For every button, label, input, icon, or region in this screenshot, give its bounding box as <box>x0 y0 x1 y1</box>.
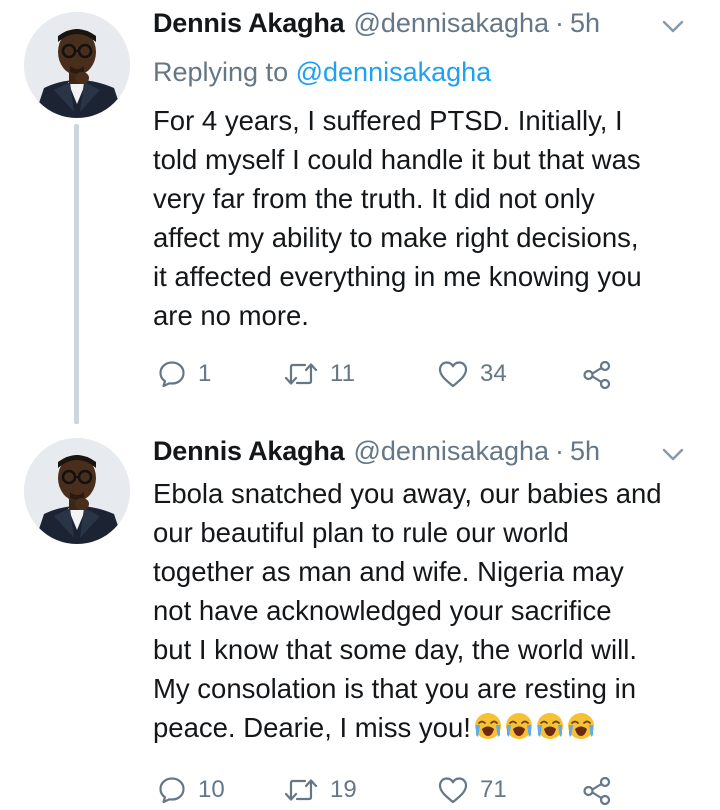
loudly-crying-face-emoji <box>567 713 594 739</box>
tweet-content: Dennis Akagha @dennisakagha · 5h Replyin… <box>153 4 696 335</box>
author-name[interactable]: Dennis Akagha <box>153 4 345 42</box>
reply-count: 1 <box>198 360 212 387</box>
share-nodes-icon <box>583 360 611 389</box>
tweet-text-line: together as man and wife. Nigeria may <box>153 556 624 587</box>
timestamp[interactable]: 5h <box>570 4 600 42</box>
reply-count: 10 <box>198 776 225 803</box>
retweet-count: 19 <box>330 776 357 803</box>
share-button[interactable] <box>581 354 613 394</box>
tweet-text-line: affect my ability to make right decision… <box>153 222 639 253</box>
reply-button[interactable]: 10 <box>157 770 225 810</box>
tweet-actions: 1 11 34 <box>153 354 673 394</box>
retweet-arrows-icon <box>284 779 318 801</box>
tweet-text-fragment: peace. Dearie, I miss you! <box>153 712 471 743</box>
author-name[interactable]: Dennis Akagha <box>153 432 345 470</box>
tweet-header: Dennis Akagha @dennisakagha · 5h <box>153 4 696 42</box>
tweet-text-line: very far from the truth. It did not only <box>153 183 595 214</box>
avatar[interactable] <box>24 12 130 118</box>
retweet-button[interactable]: 19 <box>283 770 357 810</box>
like-button[interactable]: 71 <box>437 770 507 810</box>
emoji-group <box>473 711 597 741</box>
heart-outline-icon <box>438 777 468 804</box>
tweet-text-line: My consolation is that you are resting i… <box>153 673 637 704</box>
tweet[interactable]: Dennis Akagha @dennisakagha · 5h Replyin… <box>0 0 720 424</box>
like-button[interactable]: 34 <box>437 354 507 394</box>
speech-bubble-icon <box>159 361 185 388</box>
timestamp[interactable]: 5h <box>570 432 600 470</box>
tweet-text-line: Ebola snatched you away, our babies and <box>153 478 662 509</box>
chevron-down-icon[interactable] <box>660 16 686 36</box>
tweet-text-line: it affected everything in me knowing you <box>153 261 642 292</box>
heart-outline-icon <box>438 361 468 388</box>
speech-bubble-icon <box>159 777 185 804</box>
tweet-text-line-last: peace. Dearie, I miss you! <box>153 708 693 747</box>
tweet-text-line: but I know that some day, the world will… <box>153 634 638 665</box>
retweet-count: 11 <box>330 360 355 387</box>
avatar[interactable] <box>24 438 130 544</box>
replying-to-label: Replying to <box>153 57 289 87</box>
author-handle[interactable]: @dennisakagha <box>353 4 549 42</box>
separator-dot: · <box>555 436 565 466</box>
tweet-text: Ebola snatched you away, our babies and … <box>153 474 693 747</box>
share-nodes-icon <box>583 776 611 805</box>
chevron-down-icon[interactable] <box>660 444 686 464</box>
loudly-crying-face-emoji <box>505 713 532 739</box>
retweet-arrows-icon <box>284 363 318 385</box>
separator-dot: · <box>555 8 565 38</box>
loudly-crying-face-emoji <box>536 713 563 739</box>
avatar-photo <box>24 12 130 118</box>
tweet-text-line: For 4 years, I suffered PTSD. Initially,… <box>153 105 623 136</box>
author-handle[interactable]: @dennisakagha <box>353 432 549 470</box>
tweet-content: Dennis Akagha @dennisakagha · 5h Ebola s… <box>153 432 696 747</box>
tweet[interactable]: Dennis Akagha @dennisakagha · 5h Ebola s… <box>0 420 720 808</box>
avatar-photo <box>24 438 130 544</box>
loudly-crying-face-emoji <box>474 713 501 739</box>
tweet-header: Dennis Akagha @dennisakagha · 5h <box>153 432 696 470</box>
retweet-button[interactable]: 11 <box>283 354 355 394</box>
tweet-text: For 4 years, I suffered PTSD. Initially,… <box>153 101 693 335</box>
tweet-text-line: our beautiful plan to rule our world <box>153 517 569 548</box>
share-button[interactable] <box>581 770 613 810</box>
reply-button[interactable]: 1 <box>157 354 211 394</box>
mention-link[interactable]: @dennisakagha <box>296 57 492 87</box>
thread-connector-line <box>74 124 79 424</box>
like-count: 34 <box>480 360 507 387</box>
tweet-actions: 10 19 71 <box>153 770 673 810</box>
tweet-text-line: told myself I could handle it but that w… <box>153 144 641 175</box>
tweet-text-line: are no more. <box>153 300 309 331</box>
replying-to-line: Replying to @dennisakagha <box>153 54 696 90</box>
like-count: 71 <box>480 776 507 803</box>
tweet-text-line: not have acknowledged your sacrifice <box>153 595 612 626</box>
